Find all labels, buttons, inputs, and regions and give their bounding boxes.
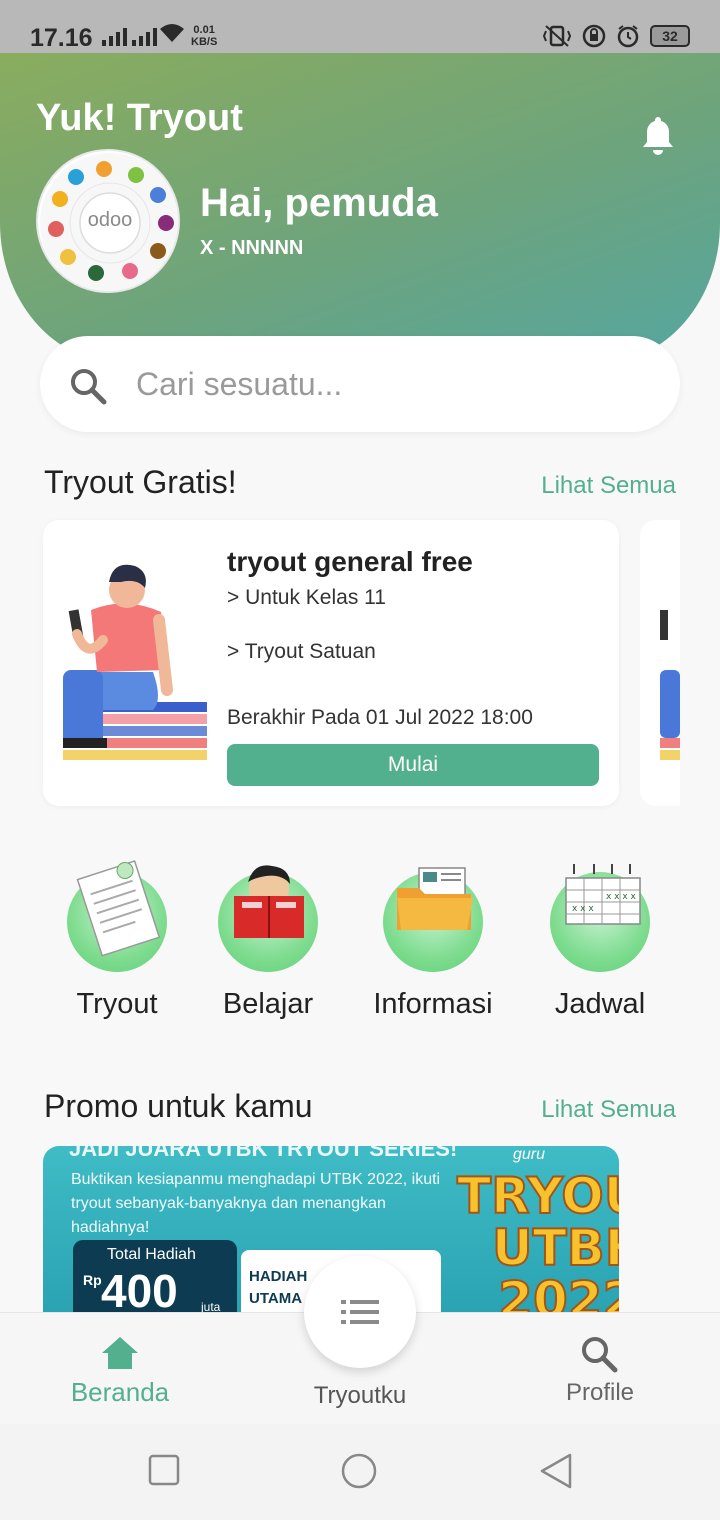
vibrate-icon (542, 25, 572, 47)
search-bar[interactable] (40, 336, 680, 432)
section-title-promo: Promo untuk kamu (44, 1088, 313, 1124)
menu-label: Belajar (222, 988, 314, 1020)
search-icon (71, 369, 107, 405)
battery-icon: 32 (650, 25, 690, 47)
nav-label: Profile (565, 1379, 635, 1406)
status-bar: 17.16 0.01 KB/S 32 (0, 0, 720, 53)
promo-body: Buktikan kesiapanmu menghadapi UTBK 2022… (71, 1171, 441, 1236)
menu-label: Jadwal (554, 988, 646, 1020)
system-nav-bar (0, 1424, 720, 1520)
back-icon[interactable] (538, 1452, 574, 1490)
tryout-card[interactable]: tryout general free > Untuk Kelas 11 > T… (43, 520, 619, 806)
home-button-icon[interactable] (340, 1452, 378, 1490)
promo-prize-box: Total Hadiah Rp 400 juta (73, 1240, 237, 1312)
tryout-card-next[interactable] (640, 520, 680, 806)
svg-text:x x x: x x x (572, 904, 594, 914)
nav-label: Beranda (70, 1377, 170, 1407)
odoo-logo-text: odoo (87, 209, 133, 231)
nav-beranda[interactable]: Beranda (40, 1313, 200, 1425)
alarm-icon (617, 25, 639, 48)
wifi-icon (160, 24, 184, 42)
promo-headline: JADI JUARA UTBK TRYOUT SERIES! (69, 1146, 458, 1161)
search-icon (582, 1337, 618, 1373)
recent-apps-icon[interactable] (148, 1454, 180, 1486)
see-all-promo-link[interactable]: Lihat Semua (541, 1096, 676, 1124)
class-info: X - NNNNN (200, 237, 304, 259)
section-title-tryout: Tryout Gratis! (44, 464, 237, 500)
menu-informasi[interactable]: Informasi (353, 860, 513, 1030)
student-illustration (63, 564, 207, 760)
signal-icon (102, 28, 127, 46)
lock-rotation-icon (582, 24, 606, 48)
tryout-card-type: > Tryout Satuan (227, 640, 376, 663)
calendar-icon: x x x x x x x (565, 864, 641, 925)
start-tryout-button[interactable]: Mulai (227, 744, 599, 786)
net-speed: 0.01 KB/S (191, 24, 218, 48)
avatar[interactable]: odoo (36, 149, 180, 293)
list-icon (341, 1300, 379, 1324)
app-title: Yuk! Tryout (36, 97, 243, 139)
greeting-text: Hai, pemuda (200, 181, 438, 225)
nav-tryoutku-label[interactable]: Tryoutku (280, 1382, 440, 1410)
status-time: 17.16 (30, 24, 93, 52)
folder-icon (397, 867, 473, 930)
see-all-tryout-link[interactable]: Lihat Semua (541, 472, 676, 500)
menu-label: Informasi (373, 988, 493, 1020)
menu-jadwal[interactable]: x x x x x x x Jadwal (520, 860, 680, 1030)
svg-text:x x x x: x x x x (606, 892, 637, 902)
header: Yuk! Tryout odoo Hai, pemuda X - NNNNN (0, 53, 720, 363)
notification-bell-icon[interactable] (638, 115, 678, 159)
home-icon (102, 1337, 138, 1369)
document-icon (76, 860, 161, 957)
signal-icon (132, 28, 157, 46)
nav-profile[interactable]: Profile (520, 1313, 680, 1425)
promo-brand: guru (513, 1146, 546, 1163)
menu-belajar[interactable]: Belajar (188, 860, 348, 1030)
student-illustration (660, 610, 680, 760)
tryout-card-class: > Untuk Kelas 11 (227, 586, 386, 609)
tryout-card-deadline: Berakhir Pada 01 Jul 2022 18:00 (227, 706, 533, 729)
menu-label: Tryout (76, 988, 158, 1020)
search-input[interactable] (136, 360, 636, 408)
tryout-card-title: tryout general free (227, 546, 473, 577)
menu-tryout[interactable]: Tryout (37, 860, 197, 1030)
tryoutku-fab-button[interactable] (304, 1256, 416, 1368)
reading-book-icon (234, 865, 304, 938)
promo-big-title: TRYOUT UTBK 2022 (456, 1167, 619, 1312)
